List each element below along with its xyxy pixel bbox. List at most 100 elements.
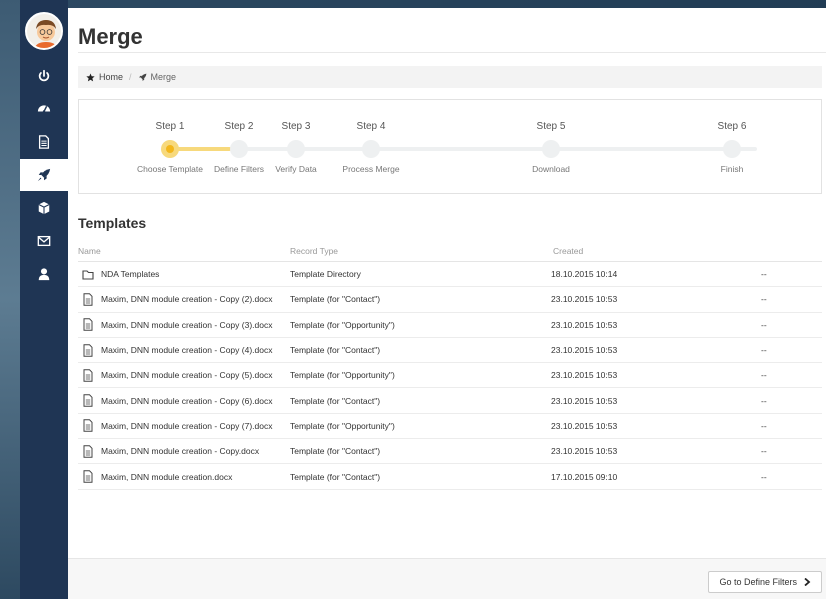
next-button-label: Go to Define Filters [719,577,797,587]
power-icon [38,69,50,82]
cell-extra: -- [761,446,767,457]
templates-table: Name Record Type Created NDA Templates Te… [78,240,822,490]
cell-created: 23.10.2015 10:53 [551,395,618,406]
cell-created: 23.10.2015 10:53 [551,345,618,356]
table-body: NDA Templates Template Directory 18.10.201… [78,262,822,490]
sidebar-item-merge[interactable] [20,159,68,191]
cell-created: 23.10.2015 10:53 [551,294,618,305]
cell-name: Maxim, DNN module creation - Copy (3).do… [78,318,290,331]
star-icon [86,72,95,81]
column-header-created[interactable]: Created [551,246,761,256]
rocket-icon [138,73,146,81]
table-row[interactable]: Maxim, DNN module creation - Copy (2).do… [78,287,822,313]
document-icon [83,318,93,331]
cell-created: 17.10.2015 09:10 [551,471,618,482]
document-icon [83,343,93,357]
document-icon [83,445,93,458]
template-name[interactable]: Maxim, DNN module creation - Copy (3).do… [101,320,272,330]
templates-heading: Templates [78,215,147,231]
table-row[interactable]: Maxim, DNN module creation - Copy (4).do… [78,338,822,364]
cell-record-type: Template (for "Contact") [290,294,381,305]
document-icon [83,293,93,306]
cell-name: NDA Templates [78,268,290,281]
sidebar-item-documents[interactable] [20,126,68,158]
step-label: Finish [720,164,744,174]
user-icon [38,268,50,281]
cell-record-type: Template (for "Contact") [290,395,381,406]
cube-icon [38,201,50,215]
cell-extra: -- [761,420,767,431]
template-name[interactable]: Maxim, DNN module creation - Copy (5).do… [101,370,272,380]
template-name[interactable]: Maxim, DNN module creation - Copy (6).do… [101,396,272,406]
step-dot [230,140,248,158]
cell-extra: -- [761,370,767,381]
folder-icon [82,270,94,280]
document-icon [83,369,93,382]
avatar[interactable] [25,12,63,50]
sidebar-item-user[interactable] [20,258,68,290]
cell-name: Maxim, DNN module creation - Copy (5).do… [78,369,290,382]
cell-record-type: Template (for "Contact") [290,471,381,482]
table-row[interactable]: Maxim, DNN module creation - Copy (3).do… [78,313,822,338]
cell-record-type: Template Directory [290,269,361,280]
cell-record-type: Template (for "Opportunity") [290,370,395,381]
breadcrumb-current: Merge [150,72,177,82]
step-dot [542,140,560,158]
wizard-track [171,147,757,151]
desktop-background [0,0,20,599]
template-name[interactable]: Maxim, DNN module creation - Copy (2).do… [101,294,272,304]
main-panel: Merge Home / Merge Step 1 Choose Templat… [68,8,826,599]
breadcrumb: Home / Merge [78,66,822,88]
cell-extra: -- [761,269,767,280]
document-icon [38,135,50,149]
cell-record-type: Template (for "Contact") [290,345,381,356]
chevron-right-icon [804,578,811,586]
template-name[interactable]: NDA Templates [101,269,159,279]
table-row[interactable]: NDA Templates Template Directory 18.10.201… [78,262,822,288]
go-to-define-filters-button[interactable]: Go to Define Filters [708,571,822,593]
cell-created: 23.10.2015 10:53 [551,420,618,431]
cell-extra: -- [761,471,767,482]
sidebar-item-modules[interactable] [20,192,68,224]
cell-extra: -- [761,294,767,305]
cell-record-type: Template (for "Contact") [290,446,381,457]
breadcrumb-separator: / [129,72,132,82]
cell-created: 23.10.2015 10:53 [551,319,618,330]
page-title: Merge [78,24,143,49]
step-number: Step 4 [356,121,386,132]
template-name[interactable]: Maxim, DNN module creation - Copy.docx [101,446,259,456]
dashboard-icon [37,105,51,113]
table-row[interactable]: Maxim, DNN module creation - Copy (5).do… [78,363,822,389]
step-dot [287,140,305,158]
table-row[interactable]: Maxim, DNN module creation - Copy (7).do… [78,414,822,440]
cell-extra: -- [761,395,767,406]
title-divider [78,52,826,53]
document-icon [83,470,93,483]
cell-created: 18.10.2015 10:14 [551,269,618,280]
template-name[interactable]: Maxim, DNN module creation - Copy (7).do… [101,421,272,431]
sidebar-item-power[interactable] [20,60,68,92]
cell-record-type: Template (for "Opportunity") [290,319,395,330]
step-dot [362,140,380,158]
sidebar-item-dashboard[interactable] [20,92,68,124]
mail-icon [37,235,51,247]
wizard-progress [171,147,231,151]
cell-extra: -- [761,345,767,356]
table-row[interactable]: Maxim, DNN module creation - Copy.docx Te… [78,439,822,465]
table-header: Name Record Type Created [78,240,822,262]
template-name[interactable]: Maxim, DNN module creation - Copy (4).do… [101,345,272,355]
column-header-record-type[interactable]: Record Type [290,246,551,256]
cell-created: 23.10.2015 10:53 [551,446,618,457]
breadcrumb-home[interactable]: Home [99,72,123,82]
step-dot [161,140,179,158]
step-number: Step 5 [536,121,566,132]
table-row[interactable]: Maxim, DNN module creation - Copy (6).do… [78,388,822,414]
merge-wizard: Step 1 Choose Template Step 2 Define Fil… [78,99,822,194]
cell-name: Maxim, DNN module creation - Copy (7).do… [78,419,290,433]
footer-bar: Go to Define Filters [68,558,826,599]
sidebar-item-mail[interactable] [20,225,68,257]
template-name[interactable]: Maxim, DNN module creation.docx [101,472,232,482]
column-header-name[interactable]: Name [78,246,290,256]
cell-record-type: Template (for "Opportunity") [290,420,395,431]
table-row[interactable]: Maxim, DNN module creation.docx Template … [78,464,822,490]
